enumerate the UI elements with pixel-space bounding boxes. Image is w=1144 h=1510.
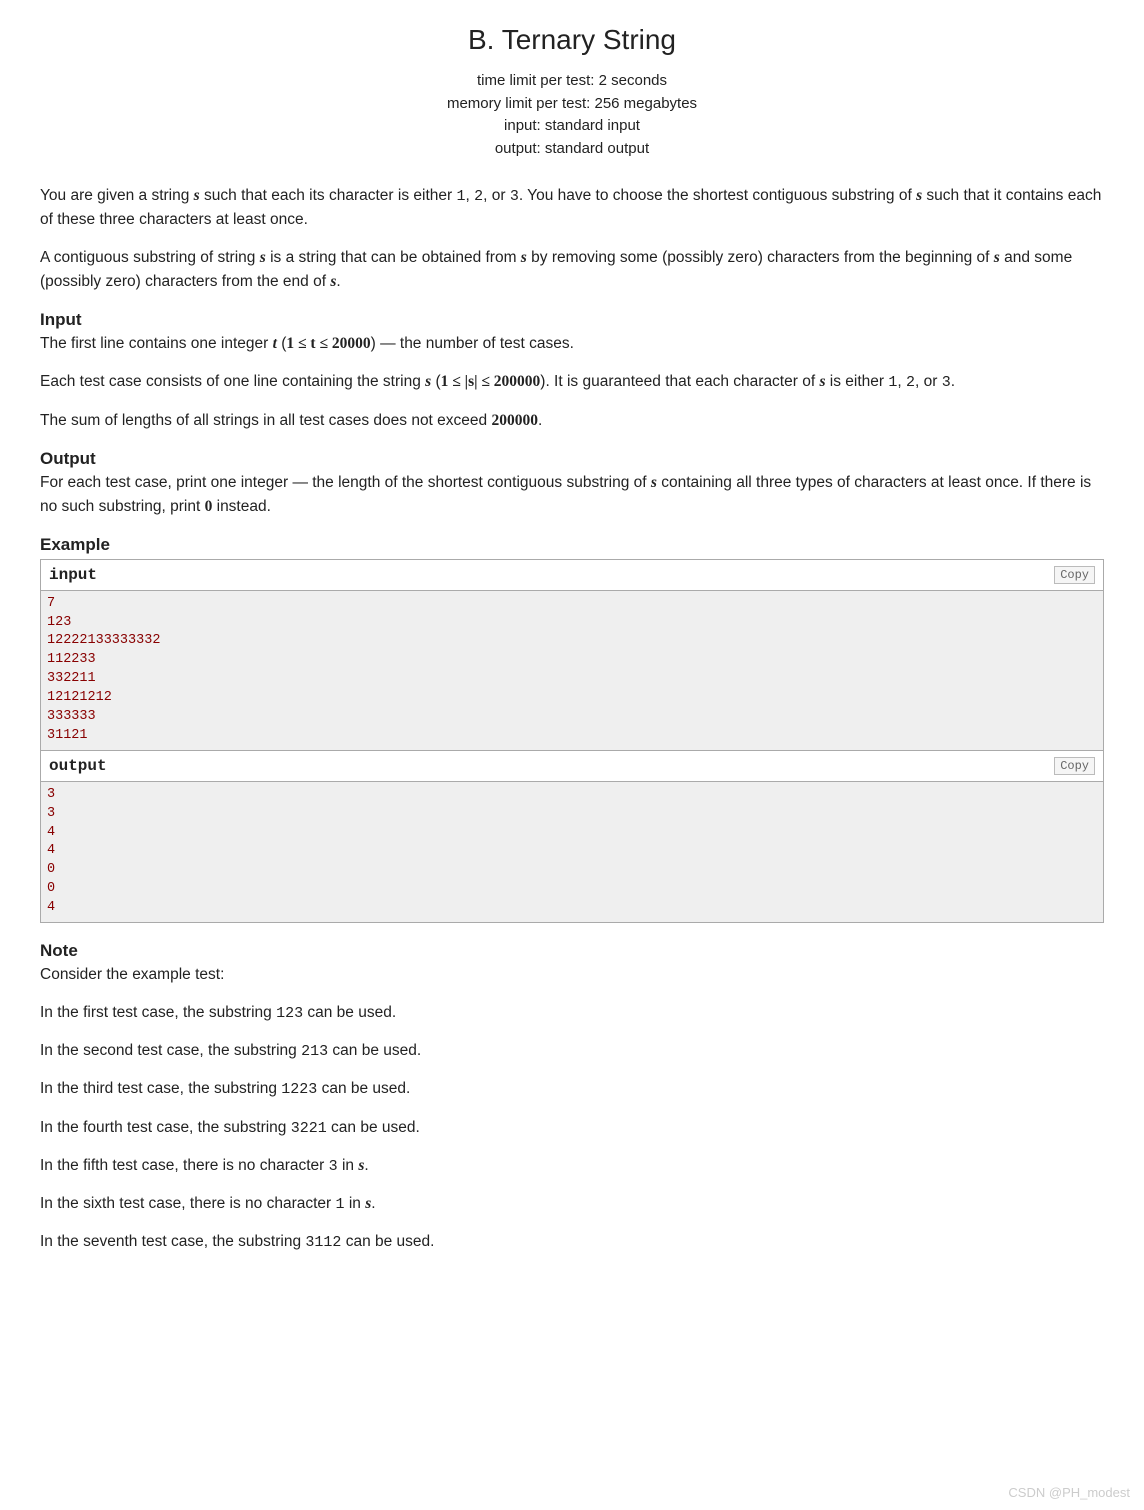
problem-title: B. Ternary String (40, 24, 1104, 56)
output-type: output: standard output (40, 138, 1104, 161)
intro-p1: You are given a string s such that each … (40, 184, 1104, 232)
intro-p2: A contiguous substring of string s is a … (40, 246, 1104, 294)
copy-output-button[interactable]: Copy (1054, 757, 1095, 775)
example-box: input Copy 7 123 12222133333332 112233 3… (40, 559, 1104, 923)
note-line-4: In the fourth test case, the substring 3… (40, 1116, 1104, 1140)
output-label: output (49, 757, 107, 775)
note-line-3: In the third test case, the substring 12… (40, 1077, 1104, 1101)
memory-limit: memory limit per test: 256 megabytes (40, 93, 1104, 116)
input-label: input (49, 566, 97, 584)
note-line-1: In the first test case, the substring 12… (40, 1001, 1104, 1025)
note-intro: Consider the example test: (40, 963, 1104, 987)
time-limit: time limit per test: 2 seconds (40, 70, 1104, 93)
limits-block: time limit per test: 2 seconds memory li… (40, 70, 1104, 160)
input-p1: The first line contains one integer t (1… (40, 332, 1104, 356)
note-line-5: In the fifth test case, there is no char… (40, 1154, 1104, 1178)
output-p1: For each test case, print one integer — … (40, 471, 1104, 519)
input-type: input: standard input (40, 115, 1104, 138)
input-p2: Each test case consists of one line cont… (40, 370, 1104, 394)
watermark: CSDN @PH_modest (1008, 1485, 1130, 1500)
example-input-data: 7 123 12222133333332 112233 332211 12121… (41, 591, 1103, 750)
note-line-7: In the seventh test case, the substring … (40, 1230, 1104, 1254)
note-header: Note (40, 941, 1104, 961)
input-p3: The sum of lengths of all strings in all… (40, 409, 1104, 433)
input-header: Input (40, 310, 1104, 330)
example-header: Example (40, 535, 1104, 555)
note-line-2: In the second test case, the substring 2… (40, 1039, 1104, 1063)
note-line-6: In the sixth test case, there is no char… (40, 1192, 1104, 1216)
copy-input-button[interactable]: Copy (1054, 566, 1095, 584)
output-header: Output (40, 449, 1104, 469)
example-output-data: 3 3 4 4 0 0 4 (41, 782, 1103, 922)
